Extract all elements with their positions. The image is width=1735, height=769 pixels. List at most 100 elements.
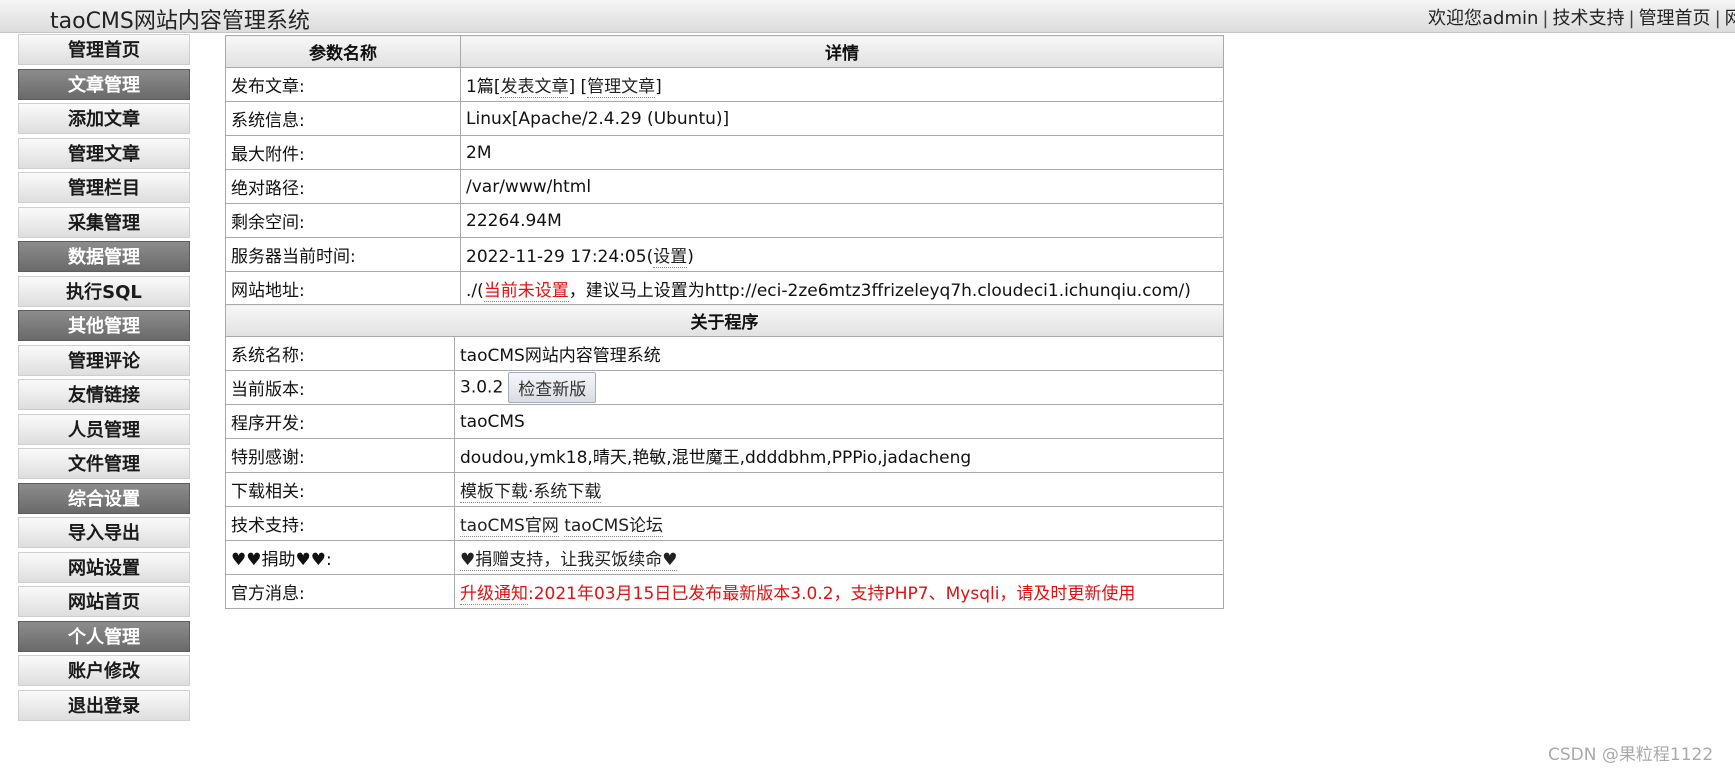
post-article-link[interactable]: 发表文章 bbox=[500, 77, 569, 98]
sidebar-category[interactable]: 数据管理 bbox=[18, 241, 190, 272]
about-label: 程序开发: bbox=[225, 404, 455, 439]
about-label: 官方消息: bbox=[225, 574, 455, 609]
about-label: 技术支持: bbox=[225, 506, 455, 541]
sidebar-item[interactable]: 添加文章 bbox=[18, 103, 190, 134]
nav-separator: | bbox=[1714, 8, 1721, 29]
table-row: 程序开发: taoCMS bbox=[225, 404, 1224, 439]
sidebar-item[interactable]: 采集管理 bbox=[18, 206, 190, 238]
site-url-value: http://eci-2ze6mtz3ffrizeleyq7h.cloudeci… bbox=[704, 281, 1185, 301]
param-value: 22264.94M bbox=[460, 203, 1224, 238]
article-count: 1篇 bbox=[466, 77, 494, 97]
welcome-text: 欢迎您admin bbox=[1428, 8, 1539, 29]
table-row: 系统信息: Linux[Apache/2.4.29 (Ubuntu)] bbox=[225, 101, 1224, 136]
table-row: 剩余空间: 22264.94M bbox=[225, 203, 1224, 238]
param-label: 绝对路径: bbox=[225, 169, 461, 204]
upgrade-notice-link[interactable]: 升级通知 bbox=[460, 584, 528, 605]
about-label: 当前版本: bbox=[225, 370, 455, 405]
param-label: 最大附件: bbox=[225, 135, 461, 170]
param-label: 剩余空间: bbox=[225, 203, 461, 238]
param-value: ./(当前未设置，建议马上设置为http://eci-2ze6mtz3ffriz… bbox=[460, 271, 1224, 306]
site-url-suggest: ，建议马上设置为 bbox=[568, 281, 705, 301]
site-url-prefix: ./( bbox=[466, 281, 484, 301]
top-header-bar: taoCMS网站内容管理系统 欢迎您admin|技术支持|管理首页|网站首页 bbox=[0, 0, 1735, 33]
sidebar-item[interactable]: 友情链接 bbox=[18, 379, 190, 410]
system-download-link[interactable]: 系统下载 bbox=[533, 482, 602, 503]
table-row: 技术支持: taoCMS官网 taoCMS论坛 bbox=[225, 506, 1224, 541]
sidebar-menu: 管理首页 文章管理 添加文章 管理文章 管理栏目 采集管理 数据管理 执行SQL 其他管理 管理评… bbox=[18, 34, 190, 724]
nav-separator: | bbox=[1628, 8, 1635, 29]
sidebar-item[interactable]: 网站首页 bbox=[18, 586, 190, 617]
sidebar-item[interactable]: 文件管理 bbox=[18, 448, 190, 479]
template-download-link[interactable]: 模板下载 bbox=[460, 482, 528, 503]
param-label: 发布文章: bbox=[225, 67, 461, 102]
nav-separator: | bbox=[1542, 8, 1549, 29]
param-label: 系统信息: bbox=[225, 101, 461, 136]
table-row: 特别感谢: doudou,ymk18,晴天,艳敏,混世魔王,ddddbhm,PP… bbox=[225, 438, 1224, 473]
param-label: 网站地址: bbox=[225, 271, 461, 306]
official-site-link[interactable]: taoCMS官网 bbox=[460, 516, 559, 537]
column-header-name: 参数名称 bbox=[225, 35, 461, 68]
about-header: 关于程序 bbox=[225, 304, 1224, 337]
about-value: 模板下载·系统下载 bbox=[454, 472, 1224, 507]
sidebar-item[interactable]: 管理首页 bbox=[18, 34, 190, 65]
time-settings-link[interactable]: 设置 bbox=[653, 247, 688, 268]
sidebar-item[interactable]: 管理评论 bbox=[18, 344, 190, 376]
about-value: taoCMS官网 taoCMS论坛 bbox=[454, 506, 1224, 541]
table-header-row: 参数名称 详情 bbox=[225, 35, 1224, 68]
sidebar-item[interactable]: 导入导出 bbox=[18, 517, 190, 548]
about-program-table: 关于程序 系统名称: taoCMS网站内容管理系统 当前版本: 3.0.2 检查新… bbox=[225, 304, 1224, 609]
table-row: 下载相关: 模板下载·系统下载 bbox=[225, 472, 1224, 507]
param-value: Linux[Apache/2.4.29 (Ubuntu)] bbox=[460, 101, 1224, 136]
table-row: ♥♥捐助♥♥: ♥捐赠支持，让我买饭续命♥ bbox=[225, 540, 1224, 575]
news-text: :2021年03月15日已发布最新版本3.0.2，支持PHP7、Mysqli，请… bbox=[528, 584, 1136, 604]
table-row: 官方消息: 升级通知:2021年03月15日已发布最新版本3.0.2，支持PHP… bbox=[225, 574, 1224, 609]
sidebar-item[interactable]: 人员管理 bbox=[18, 413, 190, 445]
about-label: 下载相关: bbox=[225, 472, 455, 507]
manage-article-link[interactable]: 管理文章 bbox=[587, 77, 656, 98]
sidebar-item[interactable]: 退出登录 bbox=[18, 689, 190, 721]
forum-link[interactable]: taoCMS论坛 bbox=[564, 516, 664, 537]
sidebar-category[interactable]: 文章管理 bbox=[18, 68, 190, 100]
sidebar-item[interactable]: 执行SQL bbox=[18, 275, 190, 307]
table-row: 最大附件: 2M bbox=[225, 135, 1224, 170]
server-time: 2022-11-29 17:24:05 bbox=[466, 247, 647, 267]
param-label: 服务器当前时间: bbox=[225, 237, 461, 272]
admin-home-link[interactable]: 管理首页 bbox=[1639, 8, 1711, 29]
sidebar-item[interactable]: 管理栏目 bbox=[18, 172, 190, 203]
about-label: 系统名称: bbox=[225, 336, 455, 371]
about-value: taoCMS bbox=[454, 404, 1224, 439]
table-row: 当前版本: 3.0.2 检查新版 bbox=[225, 370, 1224, 405]
param-value: 2022-11-29 17:24:05(设置) bbox=[460, 237, 1224, 272]
version-number: 3.0.2 bbox=[460, 377, 504, 398]
param-value: 1篇[发表文章] [管理文章] bbox=[460, 67, 1224, 102]
parameter-table: 参数名称 详情 发布文章: 1篇[发表文章] [管理文章] 系统信息: Linu… bbox=[225, 35, 1224, 306]
site-home-link[interactable]: 网站首页 bbox=[1725, 8, 1735, 29]
column-header-detail: 详情 bbox=[460, 35, 1224, 68]
site-title: taoCMS网站内容管理系统 bbox=[50, 9, 310, 33]
watermark: CSDN @果粒程1122 bbox=[1548, 745, 1714, 765]
param-value: 2M bbox=[460, 135, 1224, 170]
table-row: 绝对路径: /var/www/html bbox=[225, 169, 1224, 204]
top-nav: 欢迎您admin|技术支持|管理首页|网站首页 bbox=[1428, 4, 1735, 30]
sidebar-category[interactable]: 综合设置 bbox=[18, 482, 190, 514]
sidebar-item[interactable]: 管理文章 bbox=[18, 137, 190, 169]
check-update-button[interactable]: 检查新版 bbox=[508, 372, 597, 403]
about-value: 3.0.2 检查新版 bbox=[454, 370, 1224, 405]
sidebar-item[interactable]: 网站设置 bbox=[18, 551, 190, 583]
param-value: /var/www/html bbox=[460, 169, 1224, 204]
table-row: 网站地址: ./(当前未设置，建议马上设置为http://eci-2ze6mtz… bbox=[225, 271, 1224, 306]
tech-support-link[interactable]: 技术支持 bbox=[1552, 8, 1624, 29]
sidebar-category[interactable]: 个人管理 bbox=[18, 620, 190, 652]
about-value: doudou,ymk18,晴天,艳敏,混世魔王,ddddbhm,PPPio,ja… bbox=[454, 438, 1224, 473]
table-row: 服务器当前时间: 2022-11-29 17:24:05(设置) bbox=[225, 237, 1224, 272]
about-label: ♥♥捐助♥♥: bbox=[225, 540, 455, 575]
about-value: ♥捐赠支持，让我买饭续命♥ bbox=[454, 540, 1224, 575]
sidebar-item[interactable]: 账户修改 bbox=[18, 655, 190, 686]
about-value: taoCMS网站内容管理系统 bbox=[454, 336, 1224, 371]
sidebar-category[interactable]: 其他管理 bbox=[18, 310, 190, 341]
table-row: 系统名称: taoCMS网站内容管理系统 bbox=[225, 336, 1224, 371]
site-url-not-set-link[interactable]: 当前未设置 bbox=[483, 281, 569, 302]
donate-link[interactable]: ♥捐赠支持，让我买饭续命♥ bbox=[460, 550, 678, 571]
site-url-suffix: ) bbox=[1184, 281, 1191, 301]
about-value: 升级通知:2021年03月15日已发布最新版本3.0.2，支持PHP7、Mysq… bbox=[454, 574, 1224, 609]
